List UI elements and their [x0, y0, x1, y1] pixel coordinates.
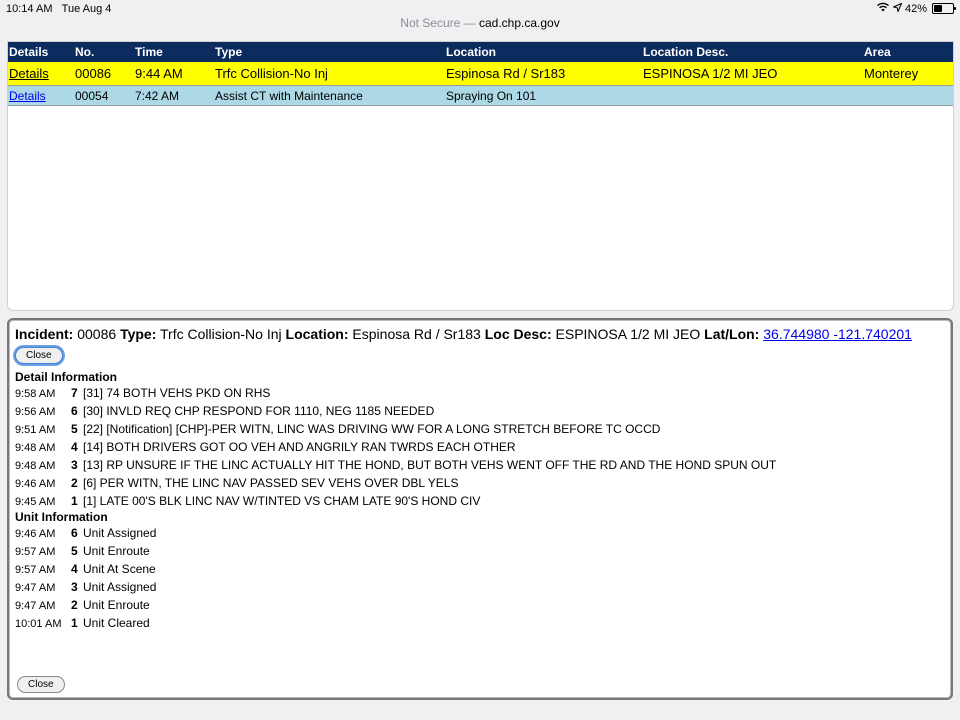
detail-row: 9:48 AM 4 [14] BOTH DRIVERS GOT OO VEH AND…: [15, 440, 516, 454]
details-link[interactable]: Details: [9, 66, 49, 81]
cell-no: 00086: [74, 62, 134, 86]
unit-row: 10:01 AM 1 Unit Cleared: [15, 616, 150, 630]
incident-label: Incident:: [15, 326, 74, 342]
location-label: Location:: [285, 326, 349, 342]
unit-info-list: 9:46 AM 6 Unit Assigned 9:57 AM 5 Unit Enrou…: [15, 524, 945, 632]
col-header-location-desc: Location Desc.: [642, 42, 863, 62]
close-button[interactable]: Close: [15, 347, 63, 364]
loc-desc-label: Loc Desc:: [484, 326, 552, 342]
col-header-time: Time: [134, 42, 214, 62]
unit-info-heading: Unit Information: [15, 510, 108, 524]
col-header-area: Area: [863, 42, 953, 62]
incident-number: 00086: [77, 326, 117, 342]
detail-row: 9:56 AM 6 [30] INVLD REQ CHP RESPOND FOR 1…: [15, 404, 435, 418]
cell-area: [863, 85, 953, 106]
details-link[interactable]: Details: [9, 89, 46, 103]
cell-time: 7:42 AM: [134, 85, 214, 106]
wifi-icon: [876, 2, 890, 15]
location-arrow-icon: [891, 2, 903, 15]
battery-icon: [932, 3, 956, 14]
unit-row: 9:57 AM 5 Unit Enroute: [15, 544, 150, 558]
incident-table: Details No. Time Type Location Location …: [8, 42, 953, 106]
detail-row: 9:48 AM 3 [13] RP UNSURE IF THE LINC ACTUA…: [15, 458, 777, 472]
incident-header: Incident: 00086 Type: Trfc Collision-No …: [15, 326, 945, 342]
cell-location-desc: ESPINOSA 1/2 MI JEO: [642, 62, 863, 86]
detail-info-heading: Detail Information: [15, 370, 118, 384]
detail-row: 9:58 AM 7 [31] 74 BOTH VEHS PKD ON RHS: [15, 386, 271, 400]
detail-row: 9:46 AM 2 [6] PER WITN, THE LINC NAV PASSE…: [15, 476, 459, 490]
col-header-details: Details: [8, 42, 74, 62]
latlon-link[interactable]: 36.744980 -121.740201: [763, 326, 912, 342]
incident-detail-panel: Incident: 00086 Type: Trfc Collision-No …: [7, 318, 953, 700]
cell-no: 00054: [74, 85, 134, 106]
status-bar: 10:14 AM Tue Aug 4 42%: [0, 0, 960, 16]
cell-location-desc: [642, 85, 863, 106]
address-bar[interactable]: Not Secure — cad.chp.ca.gov: [0, 16, 960, 36]
status-icons: 42%: [876, 2, 956, 15]
col-header-no: No.: [74, 42, 134, 62]
not-secure-label: Not Secure —: [400, 16, 476, 30]
incident-type: Trfc Collision-No Inj: [160, 326, 282, 342]
incident-list-panel: Details No. Time Type Location Location …: [7, 41, 954, 311]
close-button-bottom[interactable]: Close: [17, 676, 65, 693]
battery-percent: 42%: [904, 2, 927, 15]
cell-location: Espinosa Rd / Sr183: [445, 62, 642, 86]
unit-row: 9:47 AM 2 Unit Enroute: [15, 598, 150, 612]
col-header-type: Type: [214, 42, 445, 62]
latlon-label: Lat/Lon:: [704, 326, 760, 342]
col-header-location: Location: [445, 42, 642, 62]
table-row[interactable]: Details 00086 9:44 AM Trfc Collision-No …: [8, 62, 953, 86]
type-label: Type:: [120, 326, 157, 342]
unit-row: 9:47 AM 3 Unit Assigned: [15, 580, 157, 594]
detail-row: 9:45 AM 1 [1] LATE 00'S BLK LINC NAV W/TIN…: [15, 494, 481, 508]
cell-location: Spraying On 101: [445, 85, 642, 106]
unit-row: 9:46 AM 6 Unit Assigned: [15, 526, 157, 540]
table-header-row: Details No. Time Type Location Location …: [8, 42, 953, 62]
incident-location: Espinosa Rd / Sr183: [352, 326, 481, 342]
detail-info-list: 9:58 AM 7 [31] 74 BOTH VEHS PKD ON RHS 9:5…: [15, 384, 945, 510]
table-row[interactable]: Details 00054 7:42 AM Assist CT with Mai…: [8, 85, 953, 106]
url-domain: cad.chp.ca.gov: [479, 16, 560, 30]
status-time: 10:14 AM Tue Aug 4: [6, 3, 112, 15]
cell-area: Monterey: [863, 62, 953, 86]
cell-time: 9:44 AM: [134, 62, 214, 86]
detail-row: 9:51 AM 5 [22] [Notification] [CHP]-PER WI…: [15, 422, 661, 436]
cell-type: Assist CT with Maintenance: [214, 85, 445, 106]
cell-type: Trfc Collision-No Inj: [214, 62, 445, 86]
incident-loc-desc: ESPINOSA 1/2 MI JEO: [555, 326, 701, 342]
unit-row: 9:57 AM 4 Unit At Scene: [15, 562, 156, 576]
